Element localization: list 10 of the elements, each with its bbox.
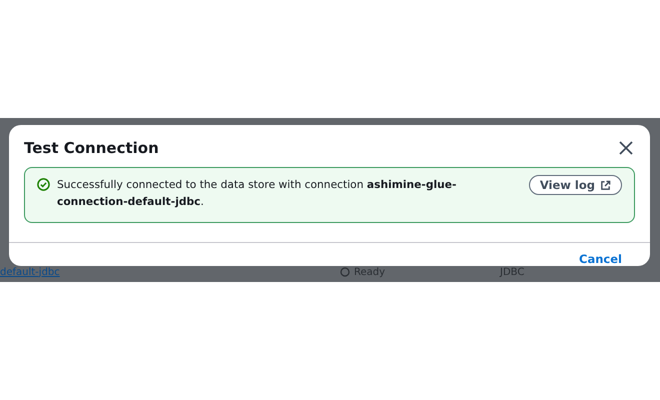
external-link-icon bbox=[600, 180, 611, 191]
cancel-button[interactable]: Cancel bbox=[579, 252, 622, 266]
status-text: Ready bbox=[354, 266, 386, 278]
type-text: JDBC bbox=[500, 266, 524, 278]
check-circle-icon bbox=[37, 178, 50, 192]
status-icon bbox=[340, 267, 350, 277]
alert-message: Successfully connected to the data store with connection ashimine-glue-connection-default-jdbc. bbox=[57, 177, 458, 210]
view-log-button[interactable]: View log bbox=[528, 175, 622, 196]
close-icon[interactable] bbox=[618, 140, 634, 156]
dialog-title: Test Connection bbox=[24, 139, 159, 158]
